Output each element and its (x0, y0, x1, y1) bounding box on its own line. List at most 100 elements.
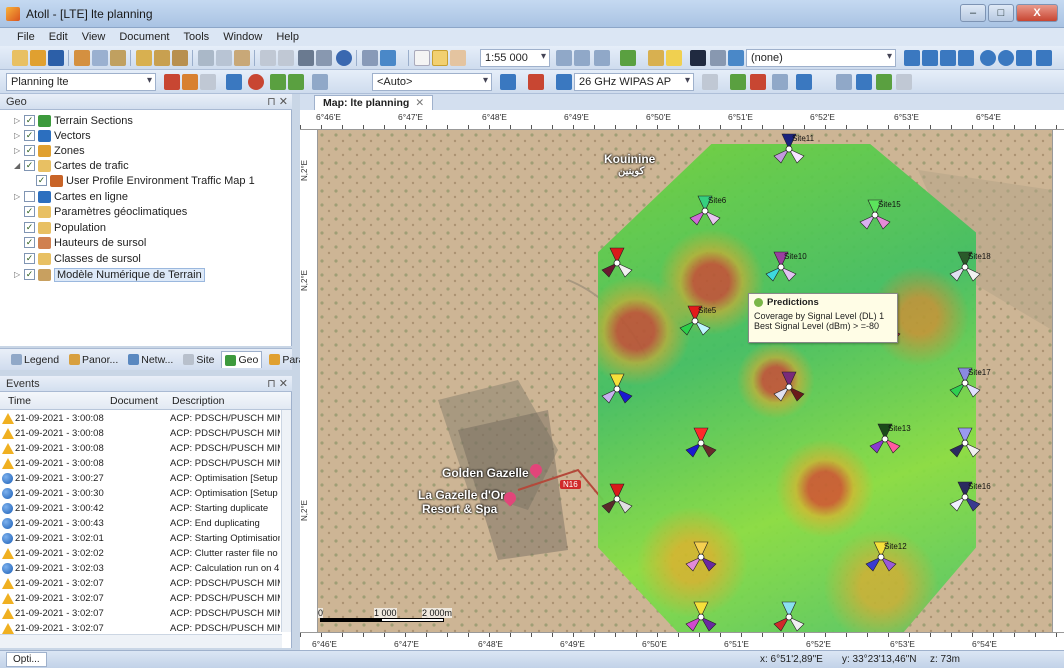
add-site-icon[interactable] (620, 50, 636, 66)
point-icon[interactable] (904, 50, 920, 66)
layer-filter-combo[interactable]: (none) (746, 49, 896, 67)
new-icon[interactable] (12, 50, 28, 66)
event-row[interactable]: 21-09-2021 - 3:00:08 ACP: PDSCH/PUSCH MIM… (0, 442, 282, 456)
site-marker[interactable] (600, 482, 634, 516)
geo-panel-pin-button[interactable]: ⊓ ✕ (267, 95, 288, 108)
checkbox[interactable]: ✓ (24, 269, 35, 280)
tab-legend[interactable]: Legend (8, 352, 62, 368)
map-view[interactable]: Kouinine كوينين Golden Gazelle La Gazell… (318, 130, 1052, 632)
tree-item-clutter-heights[interactable]: ✓ Hauteurs de sursol (14, 235, 146, 250)
tree-item-zones[interactable]: ▷ ✓ Zones (14, 143, 85, 158)
event-row[interactable]: 21-09-2021 - 3:02:02 ACP: Clutter raster … (0, 547, 282, 561)
help-icon[interactable] (336, 50, 352, 66)
site-marker[interactable] (948, 426, 982, 460)
drive-test-icon[interactable] (876, 74, 892, 90)
close-button[interactable]: X (1016, 4, 1058, 22)
site-marker[interactable]: Site15 (858, 198, 901, 232)
maximize-button[interactable]: □ (988, 4, 1014, 22)
tree-item-geoclimatic[interactable]: ✓ Paramètres géoclimatiques (14, 204, 187, 219)
comment-icon[interactable] (666, 50, 682, 66)
import-icon[interactable] (74, 50, 90, 66)
event-row[interactable]: 21-09-2021 - 3:00:08 ACP: PDSCH/PUSCH MIM… (0, 427, 282, 441)
tools-icon[interactable] (702, 74, 718, 90)
checkbox[interactable]: ✓ (36, 175, 47, 186)
event-row[interactable]: 21-09-2021 - 3:00:27 ACP: Optimisation [S… (0, 472, 282, 486)
more-tools-icon[interactable] (1036, 50, 1052, 66)
tab-map-lte-planning[interactable]: Map: lte planning ✕ (314, 95, 434, 110)
event-row[interactable]: 21-09-2021 - 3:02:03 ACP: Calculation run… (0, 562, 282, 576)
interference-icon[interactable] (528, 74, 544, 90)
site-marker[interactable] (684, 600, 718, 632)
site-marker[interactable] (772, 370, 806, 404)
site-marker[interactable]: Site17 (948, 366, 991, 400)
checkbox[interactable]: ✓ (24, 130, 35, 141)
col-document[interactable]: Document (110, 395, 158, 407)
event-row[interactable]: 21-09-2021 - 3:02:01 ACP: Starting Optimi… (0, 532, 282, 546)
col-description[interactable]: Description (172, 395, 225, 407)
preview-icon[interactable] (316, 50, 332, 66)
rectangle-icon[interactable] (922, 50, 938, 66)
signal-icon[interactable] (500, 74, 516, 90)
ap-icon[interactable] (556, 74, 572, 90)
prediction-icon[interactable] (270, 74, 286, 90)
checkbox[interactable]: ✓ (24, 206, 35, 217)
scale-combo[interactable]: 1:55 000 (480, 49, 550, 67)
route-icon[interactable] (856, 74, 872, 90)
minimize-button[interactable]: – (960, 4, 986, 22)
undo-icon[interactable] (260, 50, 276, 66)
pointer-icon[interactable] (414, 50, 430, 66)
tab-network[interactable]: Netw... (125, 352, 176, 368)
site-marker[interactable]: Site13 (868, 422, 911, 456)
tree-item-terrain-sections[interactable]: ▷ ✓ Terrain Sections (14, 113, 133, 128)
tree-item-cartes-de-trafic[interactable]: ◢ ✓ Cartes de trafic (14, 158, 129, 173)
events-vertical-scrollbar[interactable] (281, 410, 291, 632)
site-marker[interactable] (772, 600, 806, 632)
tree-item-dtm[interactable]: ▷ ✓ Modèle Numérique de Terrain (14, 267, 205, 282)
site-marker[interactable]: Site18 (948, 250, 991, 284)
save-icon[interactable] (48, 50, 64, 66)
close-tab-icon[interactable]: ✕ (415, 97, 424, 109)
edit-shape-icon[interactable] (1016, 50, 1032, 66)
auto-combo[interactable]: <Auto> (372, 73, 492, 91)
site-tool-icon[interactable] (730, 74, 746, 90)
col-time[interactable]: Time (8, 395, 31, 407)
menu-help[interactable]: Help (269, 28, 306, 46)
menu-window[interactable]: Window (216, 28, 269, 46)
export-icon[interactable] (92, 50, 108, 66)
tab-geo[interactable]: Geo (221, 351, 263, 368)
tree-item-population[interactable]: ✓ Population (14, 220, 106, 235)
events-horizontal-scrollbar[interactable] (0, 634, 282, 648)
checkbox[interactable]: ✓ (24, 160, 35, 171)
tree-item-vectors[interactable]: ▷ ✓ Vectors (14, 128, 91, 143)
checkbox[interactable]: ✓ (24, 145, 35, 156)
event-row[interactable]: 21-09-2021 - 3:00:30 ACP: Optimisation [S… (0, 487, 282, 501)
event-row[interactable]: 21-09-2021 - 3:00:08 ACP: PDSCH/PUSCH MIM… (0, 412, 282, 426)
cut-icon[interactable] (198, 50, 214, 66)
binoculars-icon[interactable] (690, 50, 706, 66)
mast-icon[interactable] (750, 74, 766, 90)
print-area-icon[interactable] (896, 74, 912, 90)
checkbox[interactable]: ✓ (24, 115, 35, 126)
menu-file[interactable]: File (10, 28, 42, 46)
calculate-icon[interactable] (362, 50, 378, 66)
pan-hand-icon[interactable] (450, 50, 466, 66)
link-icon[interactable] (226, 74, 242, 90)
project-combo[interactable]: Planning lte (6, 73, 156, 91)
site-marker[interactable] (600, 246, 634, 280)
polygon-icon[interactable] (998, 50, 1014, 66)
tree-item-clutter-classes[interactable]: ✓ Classes de sursol (14, 251, 141, 266)
archive-icon[interactable] (154, 50, 170, 66)
lock-icon[interactable] (172, 50, 188, 66)
refresh-icon[interactable] (136, 50, 152, 66)
checkbox[interactable]: ✓ (24, 253, 35, 264)
checkbox[interactable] (24, 191, 35, 202)
tree-item-cartes-en-ligne[interactable]: ▷ Cartes en ligne (14, 189, 128, 204)
event-row[interactable]: 21-09-2021 - 3:00:08 ACP: PDSCH/PUSCH MIM… (0, 457, 282, 471)
panel-icon[interactable] (772, 74, 788, 90)
measure-icon[interactable] (836, 74, 852, 90)
tree-item-traffic-map[interactable]: ✓ User Profile Environment Traffic Map 1 (36, 173, 255, 188)
zoom-area-icon[interactable] (594, 50, 610, 66)
event-row[interactable]: 21-09-2021 - 3:00:42 ACP: Starting duplic… (0, 502, 282, 516)
open-icon[interactable] (30, 50, 46, 66)
event-row[interactable]: 21-09-2021 - 3:02:07 ACP: PDSCH/PUSCH MIM… (0, 607, 282, 621)
